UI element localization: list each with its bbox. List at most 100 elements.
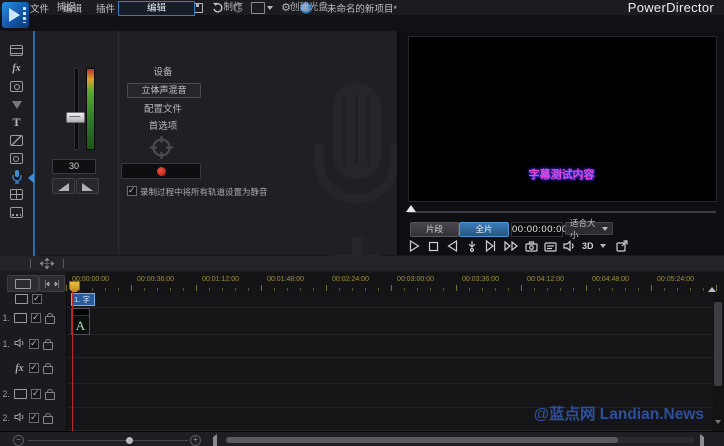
play-button[interactable] [408,240,421,253]
seek-button[interactable] [465,240,478,253]
video-track-icon [14,313,27,323]
stop-button[interactable] [427,240,440,253]
movie-mode-button[interactable]: 全片 [459,222,509,237]
track-lock-icon[interactable] [43,416,53,424]
track-enable-checkbox[interactable] [29,363,39,373]
tab-capture[interactable]: 捕捉 [40,1,92,14]
record-button[interactable] [121,163,201,179]
chapter-room-icon[interactable] [9,188,24,201]
subtitle-clip[interactable]: 1. 字 [71,293,95,306]
lane-divider [0,334,713,335]
fade-in-icon [58,183,69,191]
track-number: 2. [0,413,10,423]
zoom-in-button[interactable]: + [190,435,201,446]
preview-video-area[interactable] [408,36,717,202]
title-glyph: T [12,115,20,130]
tab-produce[interactable]: 制作 [207,1,259,14]
fade-in-button[interactable] [52,178,75,194]
seek-position-marker[interactable] [406,205,416,212]
mute-tracks-label: 录制过程中将所有轨道设置为静音 [140,186,268,198]
profile-link[interactable]: 配置文件 [103,101,223,115]
transition-room-icon[interactable] [9,134,24,147]
track-lock-icon[interactable] [43,342,53,350]
track-header-subtitle [0,294,66,304]
splitter-drag-handle[interactable] [30,258,64,269]
particle-room-icon[interactable] [9,98,24,111]
zoom-out-button[interactable]: − [13,435,24,446]
track-header-video-1: 1. [0,312,66,324]
mute-tracks-checkbox[interactable] [127,186,137,196]
record-volume-slider[interactable] [74,68,79,150]
audio-track-icon [14,338,25,350]
title-clip[interactable]: A [71,308,90,335]
menu-plugins[interactable]: 插件 [96,1,115,15]
next-frame-button[interactable] [484,240,497,253]
audio-mixing-room-icon[interactable] [9,152,24,165]
horizontal-scroll-thumb[interactable] [226,437,618,443]
ruler-ticks-major [66,285,724,291]
volume-button[interactable] [563,240,576,253]
preview-seek-bar[interactable] [408,211,716,213]
lane-divider [0,383,713,384]
timeline-splitter[interactable] [0,256,724,272]
scroll-left-icon[interactable] [213,437,217,446]
preferences-link[interactable]: 首选项 [103,118,223,132]
tab-edit[interactable]: 编辑 [118,1,195,16]
track-enable-checkbox[interactable] [29,413,39,423]
clip-mode-button[interactable]: 片段 [410,222,459,237]
menu-bar: 文件 编辑 插件 查看 播放 ⚙ [0,0,724,16]
3d-mode-button[interactable]: 3D [582,241,594,251]
clip-thumbnail: A [72,316,89,335]
lane-divider [0,357,713,358]
range-select-button[interactable] [7,275,39,292]
ruler-label: 00:02:24:00 [332,276,369,283]
lane-divider [0,307,713,308]
playhead-line[interactable] [72,292,73,431]
pip-objects-room-icon[interactable] [9,80,24,93]
scroll-right-icon[interactable] [700,437,704,446]
3d-dropdown-icon[interactable] [600,244,606,248]
timeline-zoom-thumb[interactable] [126,437,133,444]
powerdirector-window: 文件 编辑 插件 查看 播放 ⚙ 未命名的新项目* 捕捉 编辑 制作 创建光盘 … [0,0,724,446]
volume-value-field[interactable]: 30 [52,159,96,174]
track-manager-button[interactable] [39,275,65,292]
snapshot-button[interactable] [525,240,538,253]
preview-quality-button[interactable] [544,240,557,253]
track-enable-checkbox[interactable] [32,294,42,304]
track-number: 1. [0,339,10,349]
track-header-audio-1: 1. [0,338,66,350]
record-volume-slider-thumb[interactable] [66,112,85,123]
timeline-tracks-area[interactable] [0,292,724,431]
ruler-label: 00:04:48:00 [592,276,629,283]
track-lock-icon[interactable] [45,316,55,324]
subtitle-room-icon[interactable] [9,206,24,219]
record-icon [157,167,166,176]
previous-frame-button[interactable] [446,240,459,253]
title-room-icon[interactable]: T [9,116,24,129]
chevron-down-icon [602,227,608,231]
fade-out-button[interactable] [76,178,99,194]
undock-preview-button[interactable] [616,240,629,253]
move-icon [40,258,54,269]
track-lock-icon[interactable] [43,366,53,374]
effects-room-icon[interactable]: fx [9,62,24,75]
fast-forward-button[interactable] [503,240,519,253]
device-select-button[interactable]: 立体声混音 [127,83,201,98]
mode-tab-bar [0,15,724,32]
vertical-scroll-thumb[interactable] [714,302,722,386]
app-logo-icon [2,2,29,28]
track-enable-checkbox[interactable] [31,389,41,399]
media-room-icon[interactable] [9,44,24,57]
voice-over-room-icon[interactable] [9,170,24,183]
track-enable-checkbox[interactable] [29,339,39,349]
tab-create-disc[interactable]: 创建光盘 [278,1,340,14]
timecode-display[interactable]: 00:00:00:00 [511,222,563,237]
fx-glyph: fx [12,63,20,74]
preview-zoom-select[interactable]: 适合大小 [565,222,613,235]
lane-divider [0,407,713,408]
track-lock-icon[interactable] [45,392,55,400]
preview-zoom-value: 适合大小 [570,217,602,241]
timeline-zoom-slider[interactable] [28,440,188,441]
audio-level-meter [86,68,95,150]
track-enable-checkbox[interactable] [31,313,41,323]
